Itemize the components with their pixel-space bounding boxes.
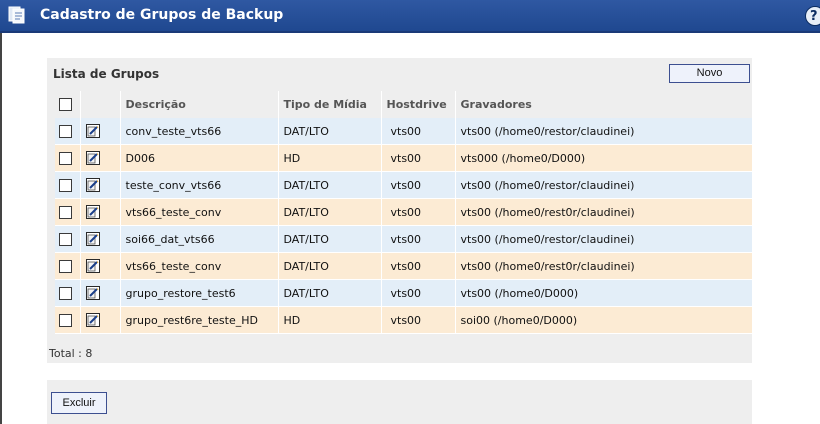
row-checkbox[interactable]	[59, 232, 72, 246]
row-checkbox[interactable]	[59, 124, 72, 138]
cell-description: teste_conv_vts66	[120, 171, 279, 199]
row-select-cell	[55, 279, 81, 307]
row-select-cell	[55, 144, 81, 172]
cell-recorders: vts000 (/home0/D000)	[455, 144, 752, 172]
row-select-cell	[55, 198, 81, 226]
cell-recorders: vts00 (/home0/rest0r/claudinei)	[455, 198, 752, 226]
group-list-panel: Lista de Grupos Novo Descrição Tipo de M…	[47, 58, 752, 363]
cell-recorders: vts00 (/home0/restor/claudinei)	[455, 225, 752, 253]
table-header-row: Descrição Tipo de Mídia Hostdrive Gravad…	[55, 91, 752, 118]
page-title: Cadastro de Grupos de Backup	[40, 7, 284, 23]
row-select-cell	[55, 306, 81, 334]
list-title: Lista de Grupos	[53, 67, 160, 81]
cell-media-type: DAT/LTO	[278, 225, 382, 253]
row-checkbox[interactable]	[59, 313, 72, 327]
document-icon	[8, 6, 25, 24]
table-row[interactable]: D006 HD vts00 vts000 (/home0/D000)	[55, 144, 752, 172]
col-header-description[interactable]: Descrição	[120, 91, 279, 118]
cell-media-type: HD	[278, 144, 382, 172]
row-checkbox[interactable]	[59, 205, 72, 219]
title-bar: Cadastro de Grupos de Backup ?	[0, 0, 820, 33]
cell-media-type: HD	[278, 306, 382, 334]
edit-icon[interactable]	[85, 259, 100, 273]
row-edit-cell	[80, 252, 121, 280]
edit-icon[interactable]	[85, 178, 100, 192]
footer-panel: Excluir	[47, 380, 752, 424]
row-select-cell	[55, 118, 81, 145]
row-edit-cell	[80, 198, 121, 226]
row-select-cell	[55, 171, 81, 199]
cell-recorders: vts00 (/home0/rest0r/claudinei)	[455, 252, 752, 280]
cell-hostdrive: vts00	[381, 118, 456, 145]
row-edit-cell	[80, 144, 121, 172]
cell-recorders: vts00 (/home0/D000)	[455, 279, 752, 307]
cell-hostdrive: vts00	[381, 306, 456, 334]
row-select-cell	[55, 252, 81, 280]
cell-hostdrive: vts00	[381, 171, 456, 199]
row-checkbox[interactable]	[59, 178, 72, 192]
window-left-border	[0, 33, 2, 424]
col-header-recorders[interactable]: Gravadores	[455, 91, 752, 118]
table-row[interactable]: grupo_restore_test6 DAT/LTO vts00 vts00 (/h…	[55, 279, 752, 307]
row-edit-cell	[80, 118, 121, 145]
table-row[interactable]: grupo_rest6re_teste_HD HD vts00 soi00 (/hom…	[55, 306, 752, 334]
cell-hostdrive: vts00	[381, 144, 456, 172]
row-checkbox[interactable]	[59, 151, 72, 165]
cell-hostdrive: vts00	[381, 225, 456, 253]
cell-description: D006	[120, 144, 279, 172]
row-checkbox[interactable]	[59, 286, 72, 300]
cell-recorders: soi00 (/home0/D000)	[455, 306, 752, 334]
cell-media-type: DAT/LTO	[278, 118, 382, 145]
cell-recorders: vts00 (/home0/restor/claudinei)	[455, 171, 752, 199]
table-row[interactable]: vts66_teste_conv DAT/LTO vts00 vts00 (/home…	[55, 252, 752, 280]
edit-icon[interactable]	[85, 232, 100, 246]
row-edit-cell	[80, 279, 121, 307]
total-count: Total : 8	[49, 347, 93, 360]
cell-recorders: vts00 (/home0/restor/claudinei)	[455, 118, 752, 145]
cell-media-type: DAT/LTO	[278, 252, 382, 280]
col-header-hostdrive[interactable]: Hostdrive	[381, 91, 456, 118]
cell-description: grupo_rest6re_teste_HD	[120, 306, 279, 334]
edit-icon[interactable]	[85, 124, 100, 138]
col-header-media-type[interactable]: Tipo de Mídia	[278, 91, 382, 118]
row-select-cell	[55, 225, 81, 253]
cell-hostdrive: vts00	[381, 252, 456, 280]
cell-media-type: DAT/LTO	[278, 279, 382, 307]
row-edit-cell	[80, 306, 121, 334]
table-body: conv_teste_vts66 DAT/LTO vts00 vts00 (/home…	[55, 118, 752, 334]
help-icon[interactable]: ?	[805, 6, 820, 26]
edit-icon[interactable]	[85, 205, 100, 219]
edit-icon[interactable]	[85, 313, 100, 327]
cell-hostdrive: vts00	[381, 279, 456, 307]
edit-column-header	[80, 91, 121, 118]
table-row[interactable]: teste_conv_vts66 DAT/LTO vts00 vts00 (/home…	[55, 171, 752, 199]
cell-description: vts66_teste_conv	[120, 198, 279, 226]
cell-description: grupo_restore_test6	[120, 279, 279, 307]
table-row[interactable]: conv_teste_vts66 DAT/LTO vts00 vts00 (/home…	[55, 118, 752, 145]
delete-button[interactable]: Excluir	[51, 392, 107, 414]
edit-icon[interactable]	[85, 151, 100, 165]
cell-description: soi66_dat_vts66	[120, 225, 279, 253]
cell-media-type: DAT/LTO	[278, 171, 382, 199]
select-all-cell	[55, 91, 81, 118]
table-row[interactable]: soi66_dat_vts66 DAT/LTO vts00 vts00 (/home0…	[55, 225, 752, 253]
cell-hostdrive: vts00	[381, 198, 456, 226]
row-edit-cell	[80, 225, 121, 253]
cell-description: conv_teste_vts66	[120, 118, 279, 145]
cell-media-type: DAT/LTO	[278, 198, 382, 226]
row-edit-cell	[80, 171, 121, 199]
edit-icon[interactable]	[85, 286, 100, 300]
cell-description: vts66_teste_conv	[120, 252, 279, 280]
table-row[interactable]: vts66_teste_conv DAT/LTO vts00 vts00 (/home…	[55, 198, 752, 226]
row-checkbox[interactable]	[59, 259, 72, 273]
groups-table: Descrição Tipo de Mídia Hostdrive Gravad…	[55, 91, 752, 334]
select-all-checkbox[interactable]	[59, 98, 72, 112]
new-group-button[interactable]: Novo	[669, 64, 750, 83]
